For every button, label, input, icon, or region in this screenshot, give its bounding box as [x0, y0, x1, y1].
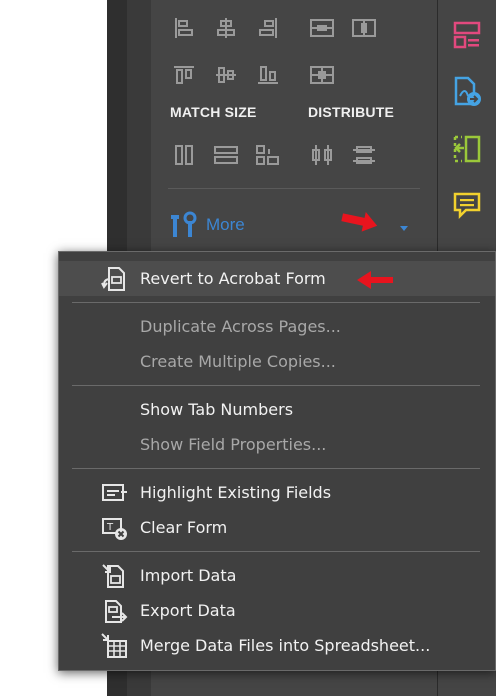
- menu-item-label: Revert to Acrobat Form: [140, 269, 326, 288]
- align-top-icon[interactable]: [170, 61, 198, 89]
- menu-item-label: Clear Form: [140, 518, 228, 537]
- menu-item-label: Import Data: [140, 566, 237, 585]
- align-bottom-icon[interactable]: [254, 61, 282, 89]
- export-data-icon: [99, 596, 129, 626]
- comment-icon[interactable]: [450, 188, 484, 222]
- match-width-icon[interactable]: [170, 141, 198, 169]
- match-both-icon[interactable]: [254, 141, 282, 169]
- menu-item-label: Duplicate Across Pages...: [140, 317, 341, 336]
- menu-separator: [72, 551, 480, 552]
- organize-pages-icon[interactable]: [450, 132, 484, 166]
- menu-item-label: Show Tab Numbers: [140, 400, 294, 419]
- menu-item-create-multiple-copies[interactable]: Create Multiple Copies...: [59, 344, 495, 379]
- merge-spreadsheet-icon: [99, 631, 129, 661]
- center-horizontal-icon[interactable]: [308, 14, 336, 42]
- menu-item-label: Merge Data Files into Spreadsheet...: [140, 636, 431, 655]
- menu-separator: [72, 385, 480, 386]
- menu-item-label: Export Data: [140, 601, 236, 620]
- match-height-icon[interactable]: [212, 141, 240, 169]
- clear-form-icon: T: [99, 513, 129, 543]
- align-left-icon[interactable]: [170, 14, 198, 42]
- menu-separator: [72, 302, 480, 303]
- menu-item-clear-form[interactable]: T Clear Form: [59, 510, 495, 545]
- align-right-icon[interactable]: [254, 14, 282, 42]
- center-both-icon[interactable]: [308, 61, 336, 89]
- import-data-icon: [99, 561, 129, 591]
- menu-item-import-data[interactable]: Import Data: [59, 558, 495, 593]
- menu-item-merge-data-files[interactable]: Merge Data Files into Spreadsheet...: [59, 628, 495, 663]
- revert-form-icon: [99, 264, 129, 294]
- center-vertical-icon[interactable]: [350, 14, 378, 42]
- menu-item-show-field-properties[interactable]: Show Field Properties...: [59, 427, 495, 462]
- menu-item-label: Create Multiple Copies...: [140, 352, 336, 371]
- align-center-horizontal-icon[interactable]: [212, 14, 240, 42]
- distribute-heading: DISTRIBUTE: [308, 104, 394, 120]
- red-arrow-annotation-menu: [355, 268, 395, 297]
- menu-item-label: Highlight Existing Fields: [140, 483, 332, 502]
- menu-separator: [72, 468, 480, 469]
- menu-item-show-tab-numbers[interactable]: Show Tab Numbers: [59, 392, 495, 427]
- menu-item-revert-to-acrobat-form[interactable]: Revert to Acrobat Form: [59, 261, 495, 296]
- red-arrow-annotation-top: [340, 208, 380, 237]
- menu-item-export-data[interactable]: Export Data: [59, 593, 495, 628]
- more-options-menu: Revert to Acrobat Form Duplicate Across …: [58, 251, 496, 671]
- highlight-fields-icon: [99, 478, 129, 508]
- menu-item-duplicate-across-pages[interactable]: Duplicate Across Pages...: [59, 309, 495, 344]
- export-pdf-icon[interactable]: [450, 75, 484, 109]
- distribute-vertical-icon[interactable]: [350, 141, 378, 169]
- svg-text:T: T: [106, 522, 114, 533]
- tools-icon: [168, 211, 198, 239]
- more-label: More: [206, 215, 245, 234]
- menu-item-label: Show Field Properties...: [140, 435, 327, 454]
- distribute-horizontal-icon[interactable]: [308, 141, 336, 169]
- menu-item-highlight-existing-fields[interactable]: Highlight Existing Fields: [59, 475, 495, 510]
- chevron-down-icon[interactable]: [398, 220, 410, 238]
- prepare-form-icon[interactable]: [450, 18, 484, 52]
- panel-divider: [168, 188, 420, 189]
- align-middle-icon[interactable]: [212, 61, 240, 89]
- more-button[interactable]: More: [160, 206, 424, 244]
- match-size-heading: MATCH SIZE: [170, 104, 257, 120]
